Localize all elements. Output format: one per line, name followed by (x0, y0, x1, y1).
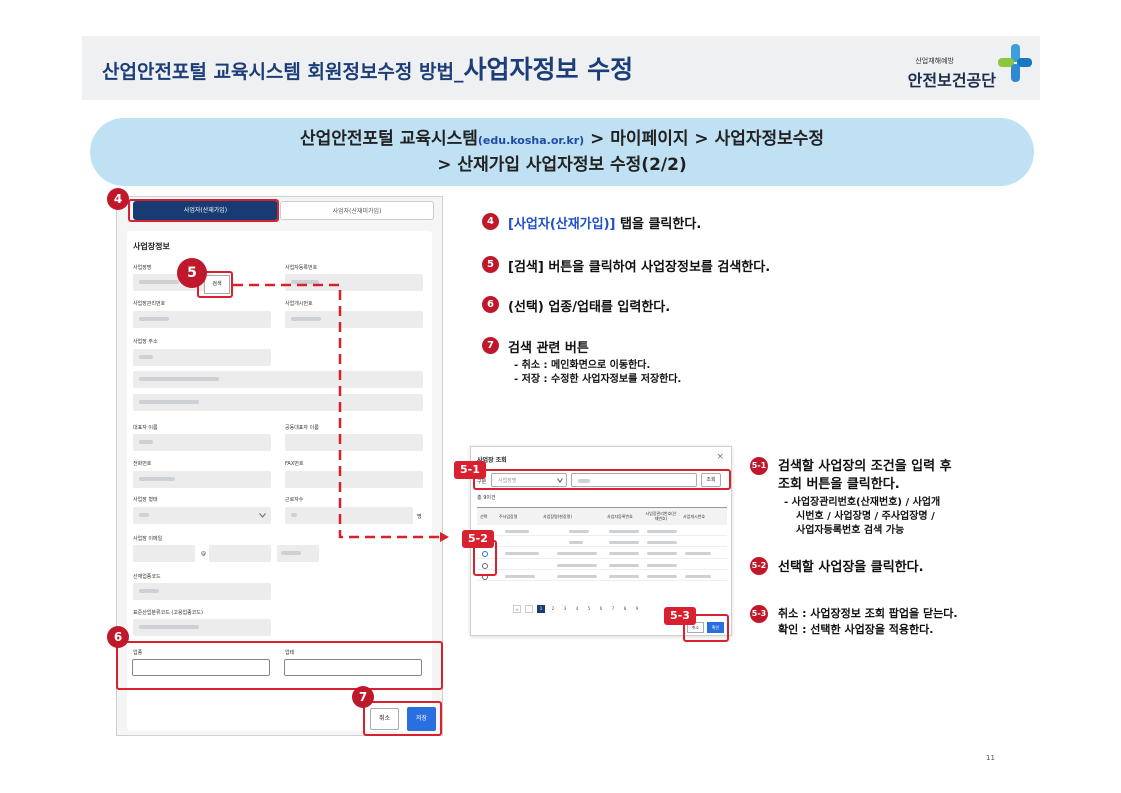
page-8[interactable]: 8 (621, 605, 629, 613)
dashed-connector (233, 283, 449, 542)
instruction-5-3-line-2: 확인 : 선택한 사업장을 적용한다. (778, 623, 934, 636)
pagination: « 1 2 3 4 5 6 7 8 9 (513, 605, 641, 615)
instr-5-badge: 5 (482, 256, 499, 273)
page-1[interactable]: 1 (537, 605, 545, 613)
table-row[interactable] (477, 527, 727, 536)
page-3[interactable]: 3 (561, 605, 569, 613)
result-count: 총 9이건 (477, 495, 496, 501)
step-5-1-tag: 5-1 (454, 461, 486, 479)
instruction-7: 검색 관련 버튼 (508, 341, 589, 356)
step-5-2-tag: 5-2 (462, 530, 494, 548)
instr-5-1-badge: 5-1 (750, 457, 768, 475)
instruction-5-1-sub-3: 사업자등록번호 검색 가능 (796, 525, 905, 536)
instruction-4: [사업자(산재가입)] 탭을 클릭한다. (508, 217, 702, 232)
step-5-badge: 5 (177, 258, 207, 288)
instr-6-badge: 6 (482, 296, 499, 313)
table-row[interactable] (477, 561, 727, 570)
page-prev[interactable] (525, 605, 533, 613)
instr-5-2-badge: 5-2 (750, 557, 768, 575)
highlight-search-conditions (473, 469, 731, 490)
instruction-4-link: [사업자(산재가입)] (508, 217, 616, 232)
instruction-5-1-line-1: 검색할 사업장의 조건을 입력 후 (778, 459, 952, 474)
page-2[interactable]: 2 (549, 605, 557, 613)
table-row[interactable] (477, 572, 727, 581)
instruction-5-1-sub-2: 시번호 / 사업장명 / 주사업장명 / (796, 511, 935, 522)
instruction-5-1-sub-1: - 사업장관리번호(산재번호) / 사업개 (784, 497, 941, 508)
step-5-3-tag: 5-3 (664, 607, 696, 625)
instruction-5: [검색] 버튼을 클릭하여 사업장정보를 검색한다. (508, 260, 771, 275)
page-number: 11 (986, 754, 995, 762)
page-9[interactable]: 9 (633, 605, 641, 613)
instruction-5-1-line-2: 조회 버튼을 클릭한다. (778, 477, 900, 492)
instr-4-badge: 4 (482, 213, 499, 230)
instr-5-3-badge: 5-3 (750, 605, 768, 623)
close-icon[interactable]: × (716, 452, 724, 462)
instr-7-badge: 7 (482, 337, 499, 354)
instruction-7-sub-1: - 취소 : 메인화면으로 이동한다. (514, 360, 651, 371)
instruction-6: (선택) 업종/업태를 입력한다. (508, 300, 671, 315)
page-7[interactable]: 7 (609, 605, 617, 613)
page-6[interactable]: 6 (597, 605, 605, 613)
instruction-5-3-line-1: 취소 : 사업장정보 조회 팝업을 닫는다. (778, 607, 958, 620)
table-header: 선택 주사업장명 사업장명(현장명) 사업자등록번호 사업장관리번호(산재번호)… (477, 507, 727, 525)
step-4-badge: 4 (107, 188, 129, 210)
step-7-badge: 7 (352, 686, 374, 708)
page-5[interactable]: 5 (585, 605, 593, 613)
instruction-7-sub-2: - 저장 : 수정한 사업자정보를 저장한다. (514, 374, 682, 385)
page-4[interactable]: 4 (573, 605, 581, 613)
instruction-5-2: 선택할 사업장을 클릭한다. (778, 560, 924, 575)
step-6-badge: 6 (107, 626, 129, 648)
table-row[interactable] (477, 549, 727, 559)
page-first[interactable]: « (513, 605, 521, 613)
table-row[interactable] (477, 538, 727, 547)
